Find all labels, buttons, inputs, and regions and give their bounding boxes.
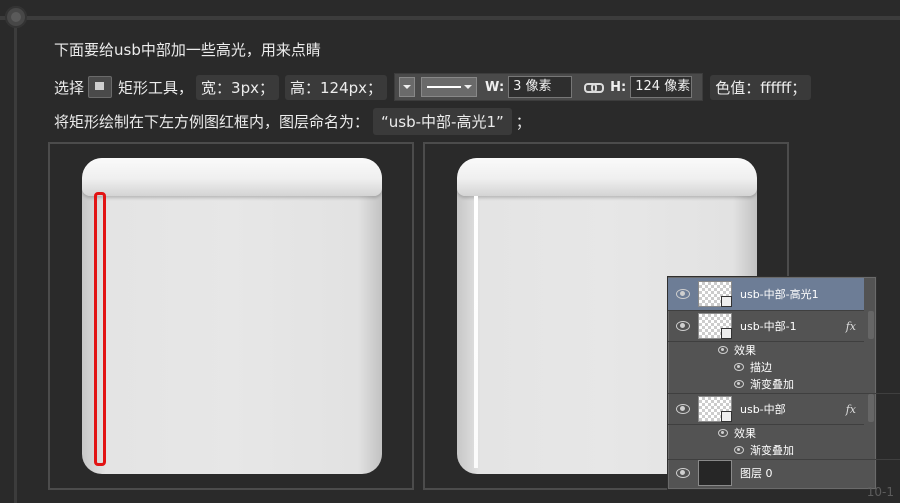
- vector-mask-icon: [721, 328, 732, 339]
- effects-label: 效果: [734, 344, 756, 357]
- layer-name: 图层 0: [740, 467, 773, 480]
- eye-icon[interactable]: [734, 380, 744, 388]
- layer-row-middle[interactable]: usb-中部 fx: [668, 394, 864, 425]
- tool-name-text: 矩形工具，: [118, 78, 194, 97]
- h-label: H:: [610, 79, 627, 95]
- instruction-line-3: 将矩形绘制在下左方例图红框内，图层命名为： “usb-中部-高光1” ；: [54, 108, 531, 135]
- select-text: 选择: [54, 78, 85, 97]
- effect-stroke-label: 描边: [750, 361, 772, 374]
- layer-name: usb-中部-高光1: [740, 288, 819, 301]
- layer-name: usb-中部-1: [740, 320, 797, 333]
- width-chip: 宽：3px；: [196, 74, 279, 100]
- layer-row-middle-1[interactable]: usb-中部-1 fx: [668, 311, 864, 342]
- vector-mask-icon: [721, 296, 732, 307]
- line3-prefix: 将矩形绘制在下左方例图红框内，图层命名为：: [54, 113, 370, 131]
- example-panel-left: [48, 142, 414, 490]
- layer-thumbnail: [698, 313, 732, 339]
- rectangle-tool-icon: [88, 76, 113, 98]
- link-icon[interactable]: [584, 80, 605, 94]
- top-divider: [0, 16, 900, 20]
- layer-row-background[interactable]: 图层 0: [668, 459, 864, 487]
- effects-label: 效果: [734, 427, 756, 440]
- effects-row: 效果: [668, 341, 900, 359]
- layer-thumbnail: [698, 396, 732, 422]
- left-divider: [14, 20, 17, 503]
- layer-thumbnail: [698, 460, 732, 486]
- timeline-dot-icon: [5, 6, 27, 28]
- w-label: W:: [485, 79, 505, 95]
- eye-icon[interactable]: [676, 468, 690, 478]
- eye-icon[interactable]: [676, 289, 690, 299]
- usb-cap: [82, 158, 382, 196]
- width-field[interactable]: 3 像素: [508, 76, 573, 98]
- effects-row-2: 效果: [668, 424, 900, 442]
- layer-name-chip: “usb-中部-高光1”: [373, 108, 512, 135]
- highlight-target-frame: [94, 192, 106, 466]
- layers-panel: usb-中部-高光1 usb-中部-1 fx 效果 描边 渐变叠加 usb-中部…: [667, 276, 900, 490]
- fx-icon[interactable]: fx: [846, 403, 856, 416]
- height-field[interactable]: 124 像素: [630, 76, 693, 98]
- line3-suffix: ；: [515, 113, 531, 131]
- shape-options-bar: W: 3 像素 H: 124 像素: [394, 73, 704, 101]
- usb-highlight-stripe: [474, 196, 478, 468]
- vector-mask-icon: [721, 411, 732, 422]
- eye-icon[interactable]: [676, 404, 690, 414]
- eye-icon[interactable]: [676, 321, 690, 331]
- eye-icon[interactable]: [734, 363, 744, 371]
- eye-icon[interactable]: [718, 429, 728, 437]
- effect-gradient-row: 渐变叠加: [668, 375, 900, 394]
- layer-row-highlight[interactable]: usb-中部-高光1: [668, 278, 864, 311]
- eye-icon[interactable]: [734, 446, 744, 454]
- effect-gradient-label: 渐变叠加: [750, 444, 794, 457]
- layer-name: usb-中部: [740, 403, 786, 416]
- effect-gradient-row-2: 渐变叠加: [668, 441, 900, 460]
- stroke-style-dropdown[interactable]: [421, 77, 478, 97]
- height-chip: 高：124px；: [284, 74, 388, 100]
- eye-icon[interactable]: [718, 346, 728, 354]
- usb-body: [82, 158, 382, 474]
- layer-thumbnail: [698, 281, 732, 307]
- instruction-line-2: 选择 矩形工具， 宽：3px； 高：124px； W: 3 像素 H: 124 …: [54, 73, 814, 101]
- page-number: 10-1: [866, 485, 894, 499]
- stroke-type-dropdown[interactable]: [399, 77, 416, 97]
- scrollbar-thumb[interactable]: [868, 394, 874, 422]
- instruction-line-1: 下面要给usb中部加一些高光，用来点睛: [54, 41, 321, 59]
- usb-cap-result: [457, 158, 757, 196]
- effect-gradient-label: 渐变叠加: [750, 378, 794, 391]
- effect-stroke-row: 描边: [668, 358, 900, 376]
- color-value-chip: 色值：ffffff；: [710, 74, 812, 100]
- fx-icon[interactable]: fx: [846, 320, 856, 333]
- scrollbar-thumb[interactable]: [868, 311, 874, 339]
